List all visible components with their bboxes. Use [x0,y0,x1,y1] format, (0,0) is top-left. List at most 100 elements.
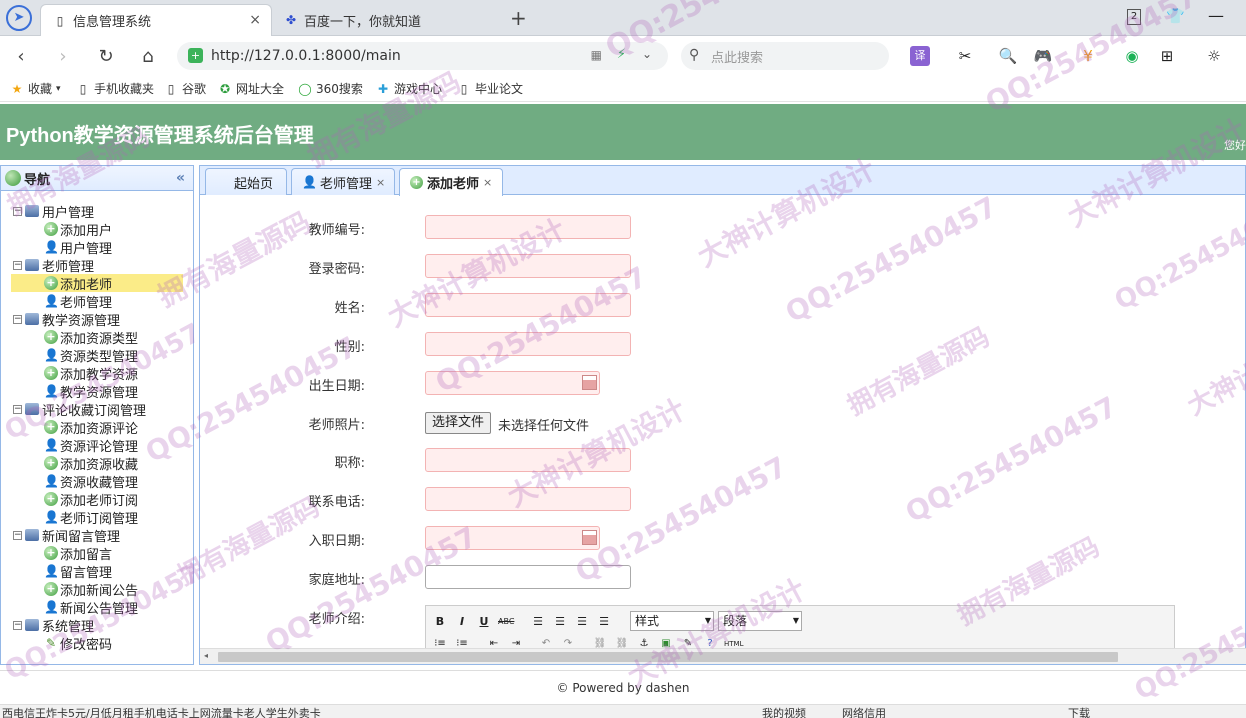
tab-home[interactable]: 起始页 [205,168,287,195]
nav-group[interactable]: − 用户管理 [13,202,95,221]
text-input[interactable] [425,565,631,589]
browser-logo-icon[interactable]: ➤ [6,5,32,31]
collapse-icon[interactable]: « [176,170,185,186]
download-link[interactable]: 下载 [1068,705,1090,718]
coin-icon[interactable]: ¥ [1078,46,1098,66]
text-input[interactable] [425,215,631,239]
text-input[interactable] [425,254,631,278]
bold-button[interactable]: B [432,614,448,630]
nav-group[interactable]: − 系统管理 [13,616,94,635]
green-app-icon[interactable]: ◉ [1122,46,1142,66]
scissors-icon[interactable]: ✂ [955,46,975,66]
forward-icon[interactable]: › [50,44,76,70]
nav-item[interactable]: ✎ 修改密码 [11,634,183,653]
bookmark-thesis[interactable]: ▯ 毕业论文 [457,80,523,97]
bookmark-360search[interactable]: ◯ 360搜索 [298,80,363,97]
status-ad-text[interactable]: 西电信王炸卡5元/月低月租手机电话卡上网流量卡老人学生外卖卡 [2,705,321,718]
nav-item[interactable]: + 添加留言 [11,544,183,563]
gamepad-icon[interactable]: 🎮 [1033,46,1053,66]
sun-icon[interactable]: ☼ [1204,46,1224,66]
minimize-icon[interactable]: — [1208,6,1224,25]
home-icon[interactable]: ⌂ [135,44,161,70]
nav-group-label: 用户管理 [42,205,95,221]
italic-button[interactable]: I [454,614,470,630]
nav-group[interactable]: − 新闻留言管理 [13,526,120,545]
address-bar[interactable]: + http://127.0.0.1:8000/main ▦ ⚡ ⌄ [177,42,668,70]
nav-item[interactable]: 👤 资源类型管理 [11,346,183,365]
choose-file-button[interactable]: 选择文件 [425,412,492,434]
bookmark-google[interactable]: ▯ 谷歌 [164,80,206,97]
date-input[interactable] [425,526,600,550]
nav-item[interactable]: 👤 老师管理 [11,292,183,311]
nav-group[interactable]: − 教学资源管理 [13,310,120,329]
new-tab-button[interactable]: + [510,6,527,30]
magnifier-icon[interactable]: 🔍 [998,46,1018,66]
nav-group[interactable]: − 老师管理 [13,256,94,275]
collapse-toggle-icon[interactable]: − [13,206,22,216]
underline-button[interactable]: U [476,614,492,630]
chevron-down-icon[interactable]: ⌄ [642,47,652,61]
browser-tab-active[interactable]: ▯ 信息管理系统 × [40,4,272,36]
nav-item[interactable]: + 添加用户 [11,220,183,239]
bookmark-favorites[interactable]: ★ 收藏 ▾ [10,80,61,97]
tab-count-badge[interactable]: 2 [1127,9,1141,25]
scroll-thumb[interactable] [218,652,1118,662]
text-input[interactable] [425,487,631,511]
collapse-toggle-icon[interactable]: − [13,314,22,324]
grid-icon[interactable]: ⊞ [1157,46,1177,66]
browser-tab[interactable]: ✤ 百度一下，你就知道 [272,4,504,36]
translate-icon[interactable]: 译 [910,46,930,66]
collapse-toggle-icon[interactable]: − [13,404,22,414]
style-select[interactable]: 样式 ▼ [630,611,714,631]
calendar-icon[interactable] [582,530,597,545]
tab-teacher-manage[interactable]: 👤 老师管理 × [291,168,395,195]
text-input[interactable] [425,293,631,317]
nav-item[interactable]: 👤 资源收藏管理 [11,472,183,491]
tab-add-teacher[interactable]: + 添加老师 × [399,168,503,196]
nav-item[interactable]: 👤 用户管理 [11,238,183,257]
nav-item[interactable]: + 添加新闻公告 [11,580,183,599]
nav-item[interactable]: + 添加老师订阅 [11,490,183,509]
shirt-icon[interactable]: 👕 [1166,7,1185,25]
rich-text-editor[interactable]: B I U ABC ☰ ☰ ☰ ☰ 样式 ▼ 段落 ▼ ⁝≡ ⁝≡ ⇤ ⇥ ↶ ↷ … [425,605,1175,651]
nav-item[interactable]: + 添加资源评论 [11,418,183,437]
bookmark-sites[interactable]: ✪ 网址大全 [218,80,284,97]
text-input[interactable] [425,332,631,356]
nav-item[interactable]: 👤 留言管理 [11,562,183,581]
strikethrough-button[interactable]: ABC [498,614,514,630]
close-icon[interactable]: × [376,176,385,189]
my-video-link[interactable]: 我的视频 [762,705,806,718]
collapse-toggle-icon[interactable]: − [13,530,22,540]
scroll-left-icon[interactable]: ◂ [204,651,208,660]
nav-item[interactable]: 👤 资源评论管理 [11,436,183,455]
close-tab-icon[interactable]: × [249,12,261,28]
bookmark-games[interactable]: ✚ 游戏中心 [376,80,442,97]
nav-item[interactable]: 👤 教学资源管理 [11,382,183,401]
nav-item[interactable]: 👤 新闻公告管理 [11,598,183,617]
align-left-button[interactable]: ☰ [530,614,546,630]
search-box[interactable]: ⚲ 点此搜索 [681,42,889,70]
align-right-button[interactable]: ☰ [574,614,590,630]
lightning-icon[interactable]: ⚡ [617,47,626,62]
back-icon[interactable]: ‹ [8,44,34,70]
nav-item[interactable]: 👤 老师订阅管理 [11,508,183,527]
collapse-toggle-icon[interactable]: − [13,620,22,630]
calendar-icon[interactable] [582,375,597,390]
credit-link[interactable]: 网络信用 [842,705,886,718]
nav-item[interactable]: + 添加资源收藏 [11,454,183,473]
bookmark-mobile[interactable]: ▯ 手机收藏夹 [76,80,154,97]
text-input[interactable] [425,448,631,472]
close-icon[interactable]: × [483,176,492,189]
qr-icon[interactable]: ▦ [591,48,602,62]
date-input[interactable] [425,371,600,395]
collapse-toggle-icon[interactable]: − [13,260,22,270]
align-center-button[interactable]: ☰ [552,614,568,630]
nav-item[interactable]: + 添加教学资源 [11,364,183,383]
format-select[interactable]: 段落 ▼ [718,611,802,631]
refresh-icon[interactable]: ↻ [93,44,119,70]
nav-item[interactable]: + 添加资源类型 [11,328,183,347]
align-justify-button[interactable]: ☰ [596,614,612,630]
horizontal-scrollbar[interactable]: ◂ [200,648,1246,664]
nav-item[interactable]: + 添加老师 [11,274,183,293]
nav-group[interactable]: − 评论收藏订阅管理 [13,400,146,419]
